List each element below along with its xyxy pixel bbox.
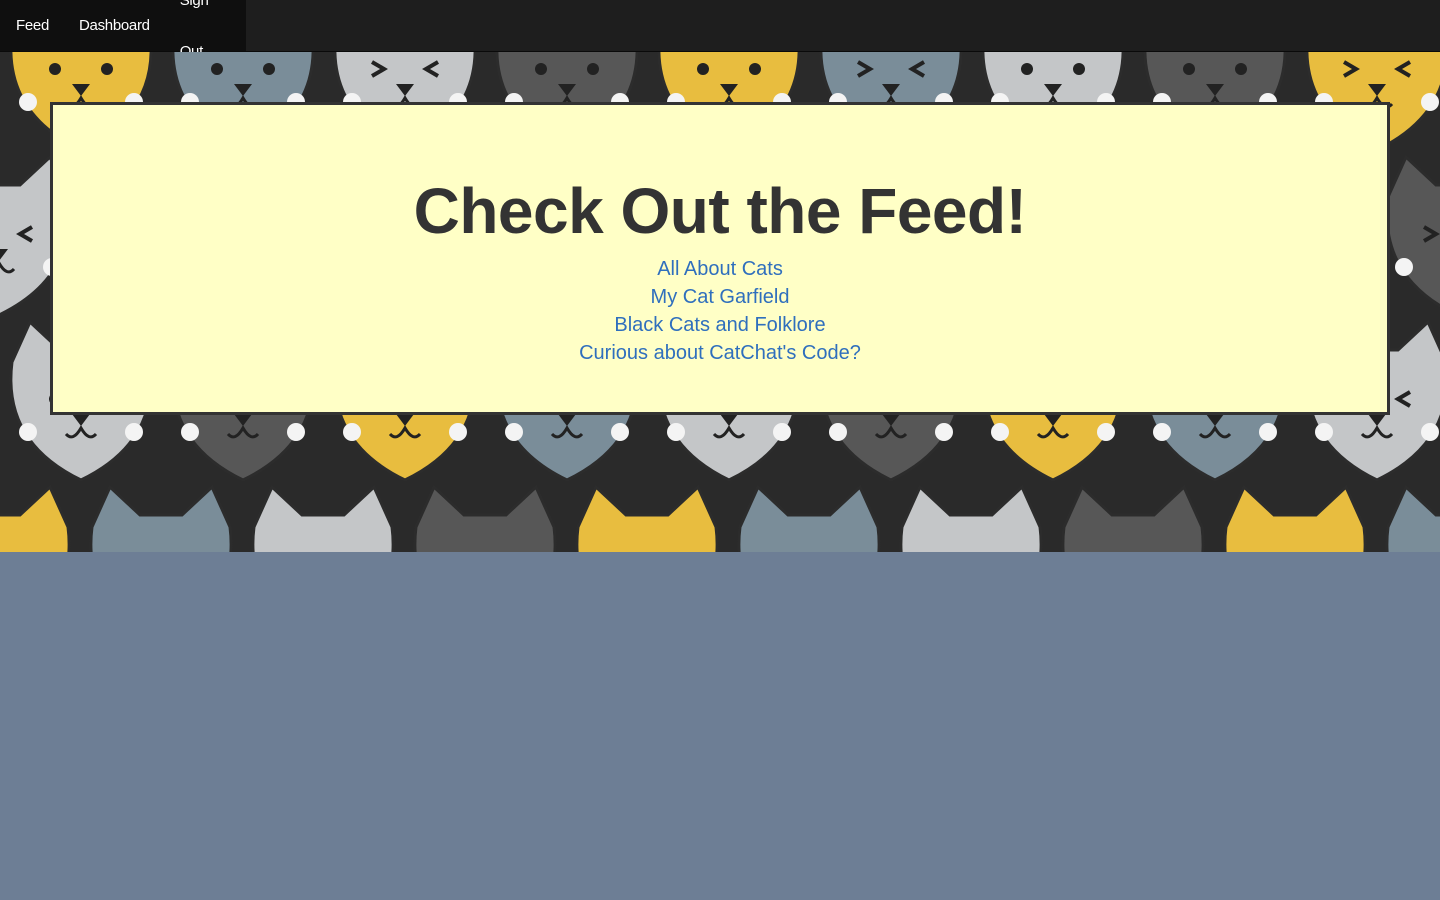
top-navbar: Feed Dashboard Sign Out (0, 0, 1440, 60)
nav-dashboard-link[interactable]: Dashboard (64, 0, 165, 51)
cat-face (0, 484, 71, 552)
cat-face (1061, 484, 1205, 552)
feed-title: Check Out the Feed! (413, 175, 1027, 247)
feed-link-all-about-cats[interactable]: All About Cats (53, 255, 1387, 283)
cat-face (1385, 484, 1440, 552)
feed-links-list: All About Cats My Cat Garfield Black Cat… (53, 255, 1387, 367)
cat-face (1223, 484, 1367, 552)
feed-card: Check Out the Feed! All About Cats My Ca… (50, 102, 1390, 415)
feed-link-my-cat-garfield[interactable]: My Cat Garfield (53, 283, 1387, 311)
nav-feed-link[interactable]: Feed (0, 0, 64, 51)
cat-face (251, 484, 395, 552)
cat-face (575, 484, 719, 552)
cat-face (89, 484, 233, 552)
cat-face (1385, 154, 1440, 308)
feed-link-catchat-code[interactable]: Curious about CatChat's Code? (53, 339, 1387, 367)
cat-face (899, 484, 1043, 552)
cat-face (737, 484, 881, 552)
nav-links: Feed Dashboard Sign Out (0, 0, 246, 60)
feed-link-black-cats-folklore[interactable]: Black Cats and Folklore (53, 311, 1387, 339)
cat-face (413, 484, 557, 552)
